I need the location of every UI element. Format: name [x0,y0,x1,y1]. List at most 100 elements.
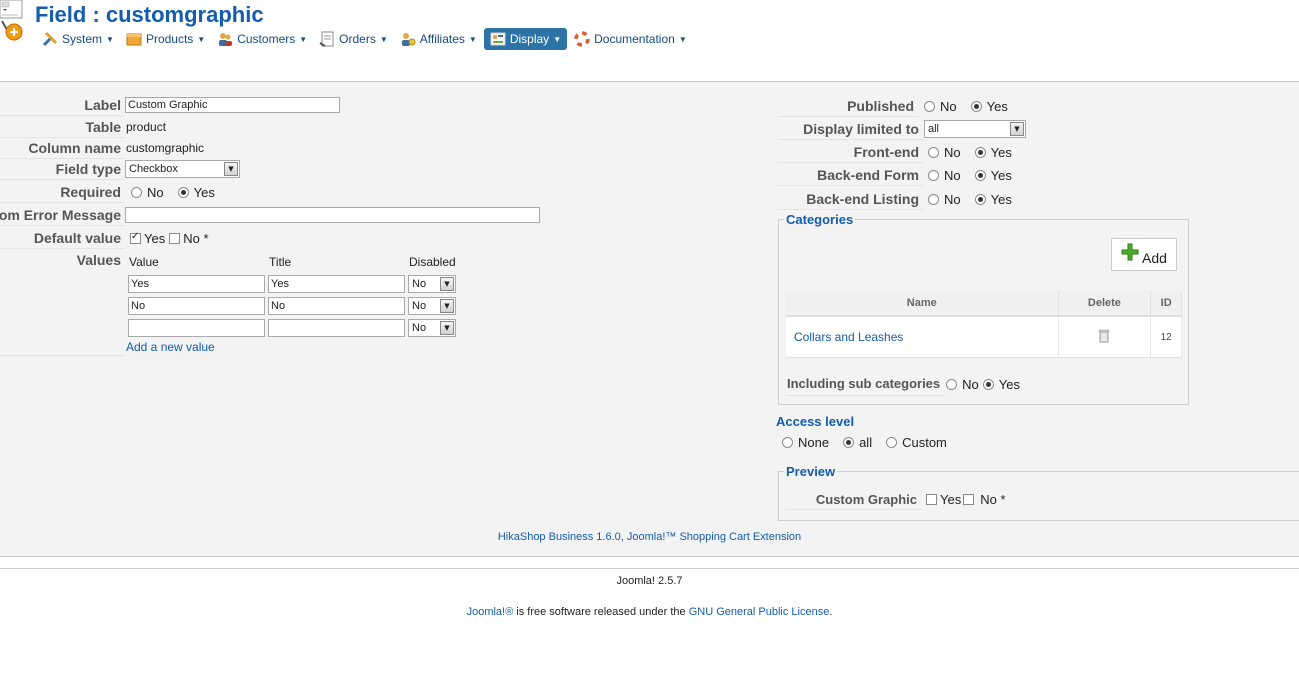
toolbar-divider [0,62,1299,82]
row-including-sub: Including sub categories No Yes [786,373,1034,396]
values-header-title: Title [269,255,292,269]
chevron-down-icon: ▼ [299,34,308,44]
row-access-level: None all Custom [782,432,961,452]
menu-customers[interactable]: Customers ▼ [212,28,312,50]
required-yes-radio[interactable]: Yes [177,185,215,200]
page-footer: Joomla! 2.5.7 Joomla!® is free software … [0,568,1299,700]
preview-label: Custom Graphic [786,489,922,510]
title-input-3[interactable] [268,319,405,337]
published-yes-radio[interactable]: Yes [970,99,1008,114]
disabled-select-3[interactable]: No ▼ [408,319,456,337]
menu-affiliates[interactable]: Affiliates ▼ [395,28,482,50]
table-row: Collars and Leashes 12 [786,316,1182,358]
row-table: Table product [0,117,166,138]
trash-icon[interactable] [1058,316,1152,358]
categories-legend: Categories [784,212,856,227]
access-custom-radio[interactable]: Custom [886,435,947,450]
access-all-radio[interactable]: all [843,435,872,450]
custom-error-input[interactable] [125,207,540,223]
chevron-down-icon: ▼ [224,162,238,176]
chevron-down-icon: ▼ [678,34,687,44]
lifebuoy-icon [574,31,590,47]
row-label: Label Custom Graphic [0,95,340,116]
label-label: Label [0,95,125,116]
display-limited-label: Display limited to [778,119,924,140]
wrench-icon [42,31,58,47]
required-no-radio[interactable]: No [131,185,164,200]
field-type-select[interactable]: Checkbox ▼ [125,160,240,178]
orders-icon [319,31,335,47]
row-preview: Custom Graphic Yes No * [786,489,1020,510]
title-input-1[interactable]: Yes [268,275,405,293]
add-value-link[interactable]: Add a new value [126,340,215,354]
row-required: Required No Yes [0,182,229,203]
frontend-yes-radio[interactable]: Yes [974,145,1012,160]
preview-no-checkbox[interactable]: No * [963,492,1006,507]
default-yes-checkbox[interactable]: Yes [130,231,165,246]
header: Field : customgraphic System ▼ Products ▼ … [0,0,1299,62]
menu-products[interactable]: Products ▼ [121,28,210,50]
title-input-2[interactable]: No [268,297,405,315]
row-custom-error: Custom Error Message [0,205,540,226]
customers-icon [217,31,233,47]
value-input-3[interactable] [128,319,265,337]
chevron-down-icon: ▼ [440,321,454,335]
field-type-label: Field type [0,159,125,180]
chevron-down-icon: ▼ [1010,122,1024,136]
menu-orders[interactable]: Orders ▼ [314,28,393,50]
cat-header-name: Name [786,291,1059,317]
hikashop-credit-link[interactable]: HikaShop Business 1.6.0, Joomla!™ Shoppi… [0,531,1299,543]
page-title: Field : customgraphic [35,2,264,27]
field-add-logo-icon [0,0,24,44]
disabled-select-2[interactable]: No ▼ [408,297,456,315]
custom-error-label: Custom Error Message [0,205,125,226]
cat-name-link[interactable]: Collars and Leashes [786,316,1059,358]
gpl-link[interactable]: GNU General Public License [689,606,830,618]
row-column: Column name customgraphic [0,138,205,159]
row-values: Values [0,250,125,356]
backend-listing-yes-radio[interactable]: Yes [974,192,1012,207]
including-sub-label: Including sub categories [786,373,946,396]
products-icon [126,31,142,47]
access-level-label: Access level [776,414,855,429]
published-label: Published [778,96,919,117]
disabled-select-1[interactable]: No ▼ [408,275,456,293]
menu-display[interactable]: Display ▼ [483,28,568,50]
chevron-down-icon: ▼ [440,277,454,291]
preview-yes-checkbox[interactable]: Yes [926,492,961,507]
row-backend-listing: Back-end Listing No Yes [778,189,1026,210]
menu-documentation[interactable]: Documentation ▼ [569,28,692,50]
column-name-value: customgraphic [126,141,205,155]
joomla-version: Joomla! 2.5.7 [616,575,683,587]
default-no-checkbox[interactable]: No * [169,231,209,246]
chevron-down-icon: ▼ [440,299,454,313]
access-none-radio[interactable]: None [782,435,829,450]
required-label: Required [0,182,125,203]
add-icon [1121,243,1139,261]
backend-form-yes-radio[interactable]: Yes [974,168,1012,183]
including-sub-no-radio[interactable]: No [946,377,979,392]
cat-header-delete: Delete [1058,291,1152,317]
row-default: Default value Yes No * [0,228,223,249]
row-display-limited: Display limited to all ▼ [778,119,1026,140]
chevron-down-icon: ▼ [106,34,114,44]
value-input-1[interactable]: Yes [128,275,265,293]
frontend-no-radio[interactable]: No [928,145,961,160]
value-input-2[interactable]: No [128,297,265,315]
published-no-radio[interactable]: No [924,99,957,114]
including-sub-yes-radio[interactable]: Yes [982,377,1020,392]
joomla-link[interactable]: Joomla!® [467,606,514,618]
backend-listing-no-radio[interactable]: No [928,192,961,207]
row-backend-form: Back-end Form No Yes [778,165,1026,186]
display-limited-select[interactable]: all ▼ [924,120,1026,138]
cat-header-id: ID [1150,291,1182,317]
backend-form-no-radio[interactable]: No [928,168,961,183]
values-header-value: Value [129,255,159,269]
menu-system[interactable]: System ▼ [37,28,119,50]
values-header-disabled: Disabled [409,255,456,269]
affiliates-icon [400,31,416,47]
edit-panel: Label Custom Graphic Table product Colum… [0,82,1299,557]
label-input[interactable]: Custom Graphic [125,97,340,113]
chevron-down-icon: ▼ [197,34,206,44]
add-category-button[interactable]: Add [1111,238,1177,271]
